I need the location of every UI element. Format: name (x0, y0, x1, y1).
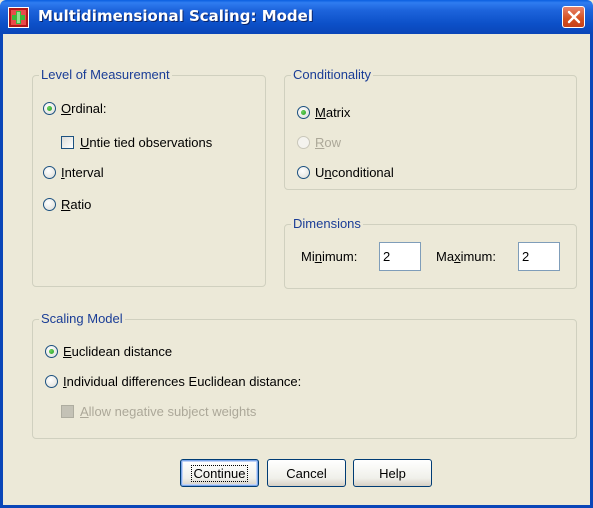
continue-button-label: Continue (191, 464, 248, 482)
close-button[interactable] (562, 6, 585, 28)
help-button-label: Help (379, 465, 406, 481)
checkbox-indicator (61, 136, 74, 149)
unconditional-radio[interactable]: Unconditional (297, 165, 394, 180)
euclidean-distance-radio[interactable]: Euclidean distance (45, 344, 172, 359)
level-of-measurement-group: Level of Measurement Ordinal: Untie tied… (32, 67, 266, 287)
maximum-input[interactable]: 2 (518, 242, 560, 271)
cancel-button-label: Cancel (286, 465, 327, 481)
allow-negative-weights-checkbox: Allow negative subject weights (61, 404, 256, 419)
checkbox-indicator (61, 405, 74, 418)
radio-indicator (45, 345, 58, 358)
help-button[interactable]: Help (353, 459, 432, 487)
minimum-input[interactable]: 2 (379, 242, 421, 271)
radio-indicator (43, 102, 56, 115)
maximum-label: Maximum: (436, 249, 496, 264)
ratio-radio[interactable]: Ratio (43, 197, 91, 212)
title-bar[interactable]: Multidimensional Scaling: Model (0, 0, 593, 34)
conditionality-legend: Conditionality (291, 67, 374, 83)
cancel-button[interactable]: Cancel (267, 459, 346, 487)
matrix-radio[interactable]: Matrix (297, 105, 350, 120)
interval-label: Interval (61, 165, 104, 180)
untie-label: Untie tied observations (80, 135, 213, 150)
row-label: Row (315, 135, 342, 150)
individual-differences-radio[interactable]: Individual differences Euclidean distanc… (45, 374, 301, 389)
close-icon (567, 10, 581, 24)
row-radio: Row (297, 135, 341, 150)
individual-differences-label: Individual differences Euclidean distanc… (63, 374, 302, 389)
ordinal-label: Ordinal: (61, 101, 107, 116)
dimensions-group: Dimensions Minimum: 2 Maximum: 2 (284, 216, 577, 289)
scaling-model-legend: Scaling Model (39, 311, 125, 327)
radio-indicator (297, 136, 310, 149)
radio-indicator (45, 375, 58, 388)
allow-negative-weights-label: Allow negative subject weights (80, 404, 257, 419)
window-frame-left (0, 34, 3, 508)
matrix-label: Matrix (315, 105, 351, 120)
conditionality-group: Conditionality Matrix Row Unconditional (284, 67, 577, 190)
level-of-measurement-legend: Level of Measurement (39, 67, 172, 83)
radio-indicator (43, 166, 56, 179)
euclidean-distance-label: Euclidean distance (63, 344, 173, 359)
radio-indicator (297, 106, 310, 119)
dimensions-legend: Dimensions (291, 216, 363, 232)
interval-radio[interactable]: Interval (43, 165, 104, 180)
minimum-label: Minimum: (301, 249, 358, 264)
unconditional-label: Unconditional (315, 165, 394, 180)
window-title: Multidimensional Scaling: Model (38, 7, 313, 25)
continue-button[interactable]: Continue (180, 459, 259, 487)
untie-tied-observations-checkbox[interactable]: Untie tied observations (61, 135, 212, 150)
ordinal-radio[interactable]: Ordinal: (43, 101, 107, 116)
spss-app-icon (8, 7, 29, 28)
scaling-model-group: Scaling Model Euclidean distance Individ… (32, 311, 577, 439)
radio-indicator (297, 166, 310, 179)
radio-indicator (43, 198, 56, 211)
ratio-label: Ratio (61, 197, 92, 212)
